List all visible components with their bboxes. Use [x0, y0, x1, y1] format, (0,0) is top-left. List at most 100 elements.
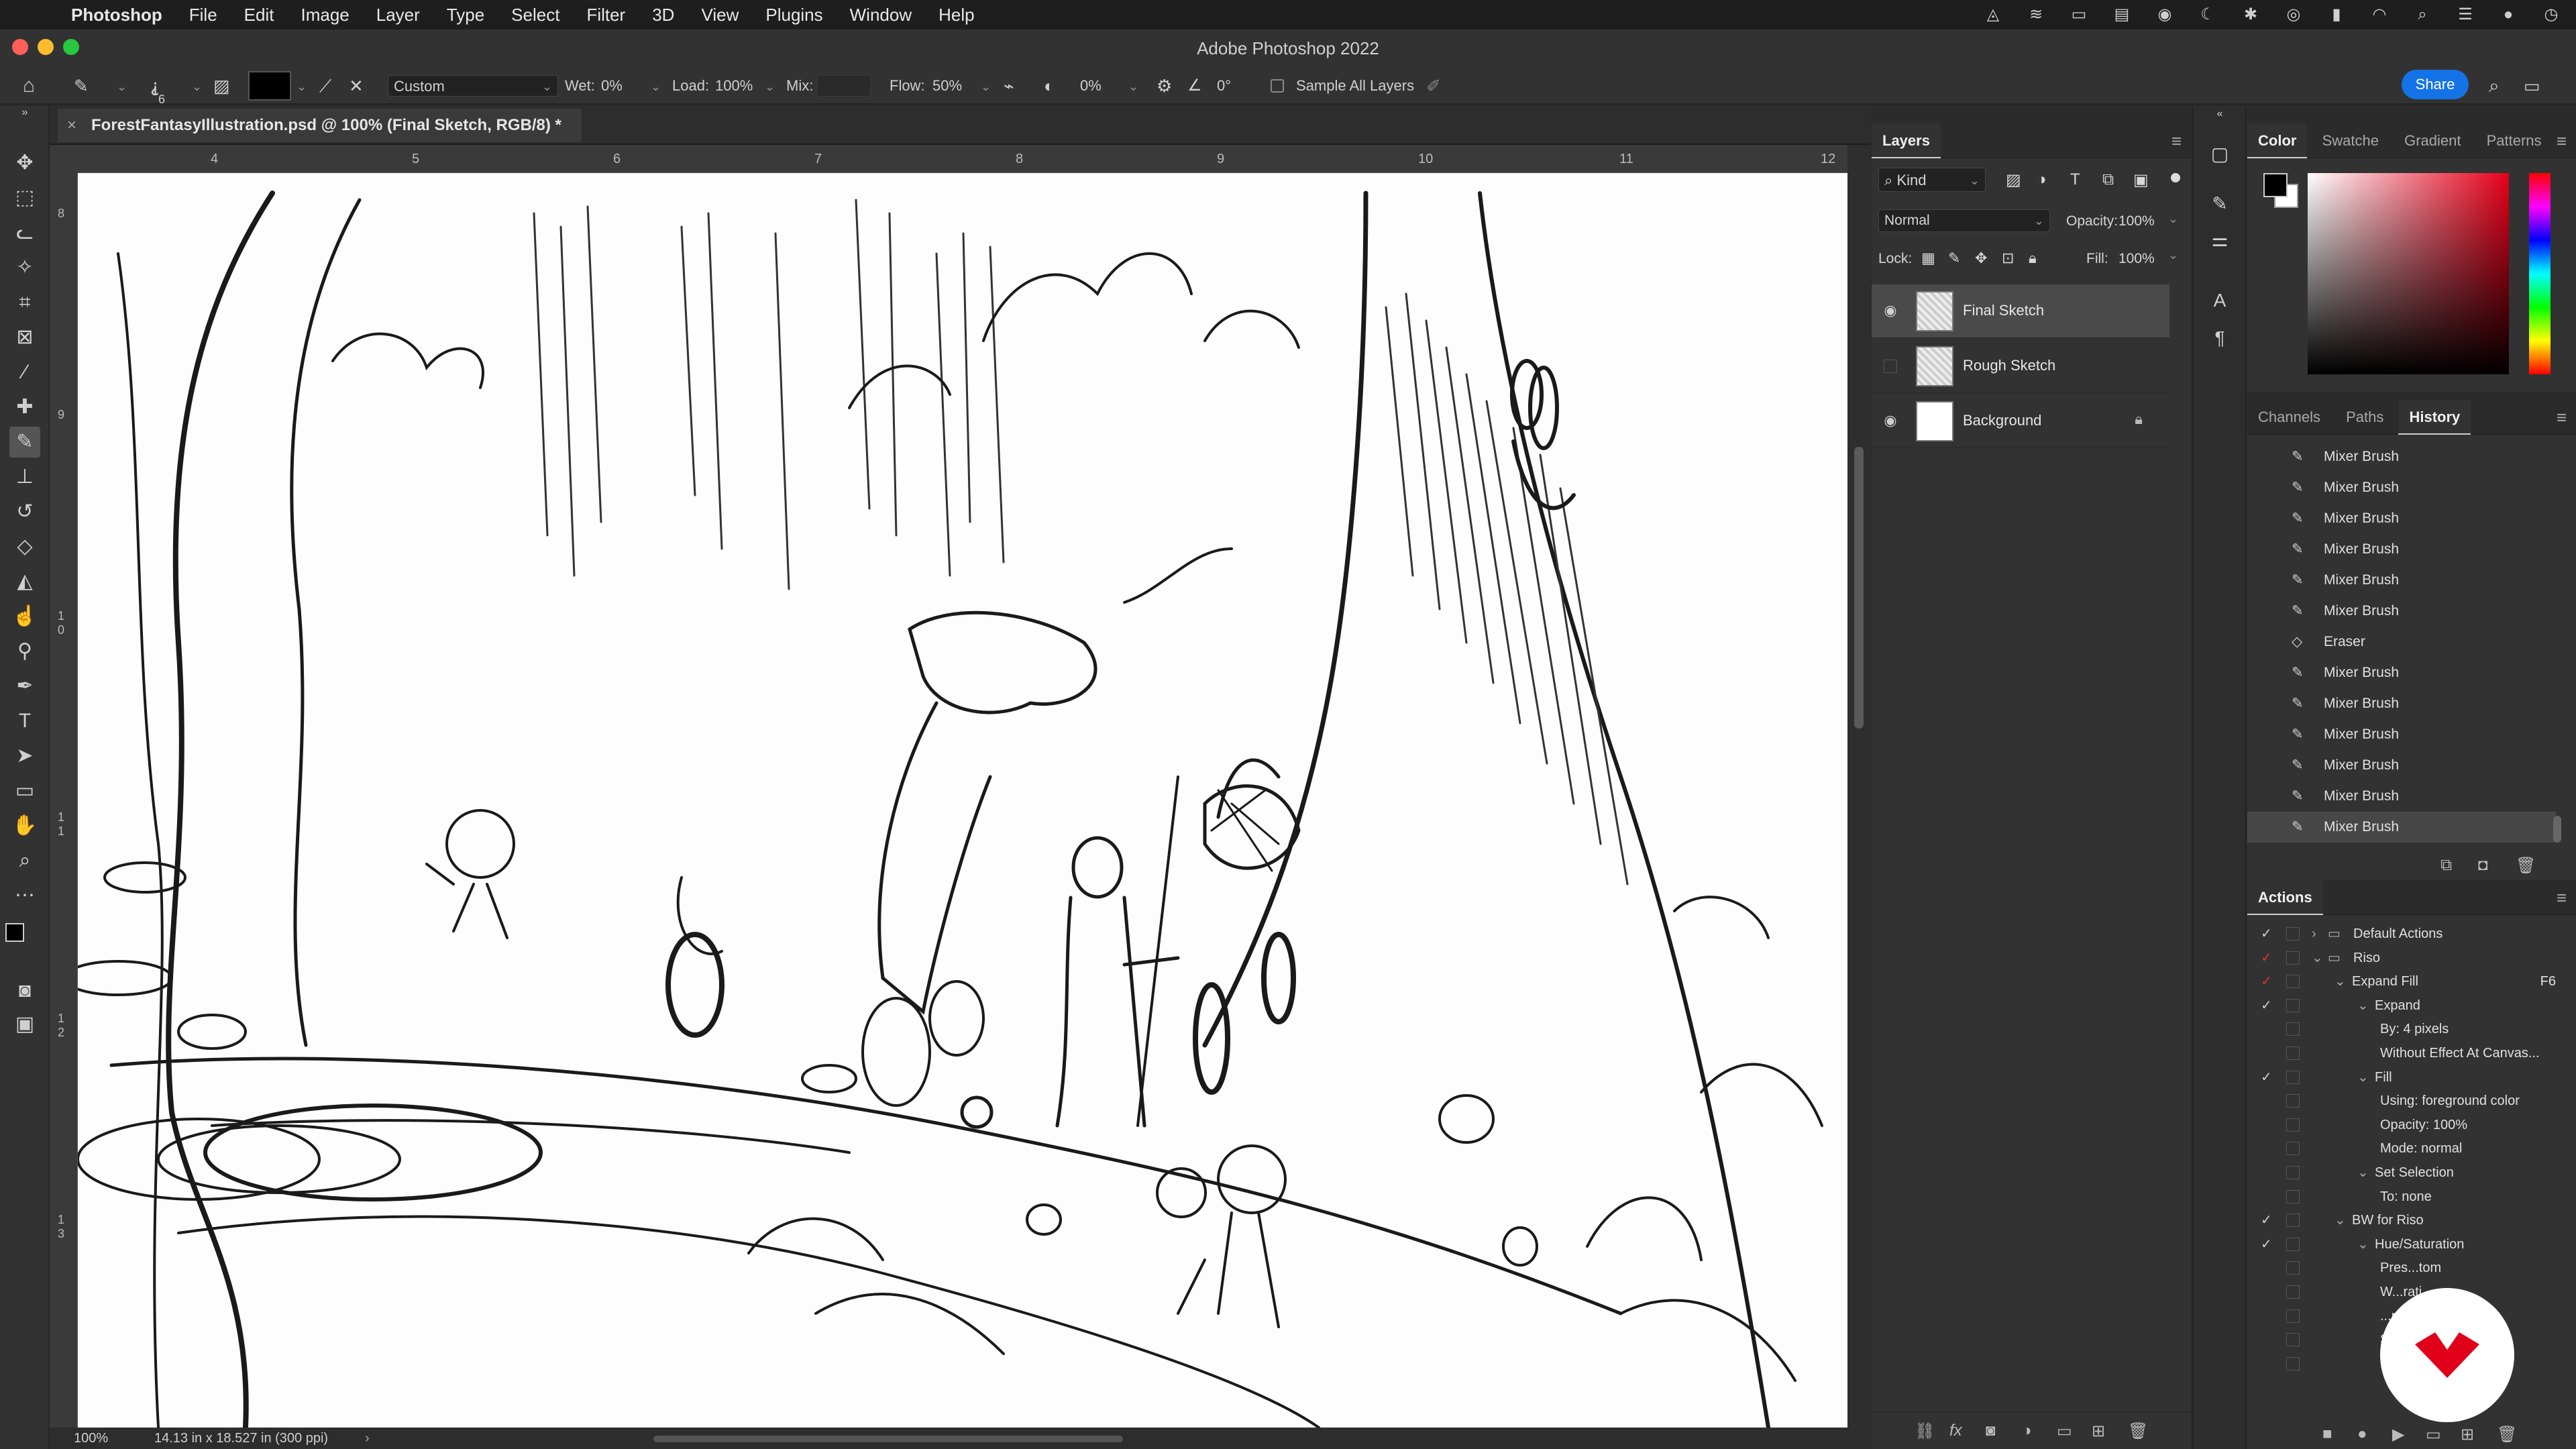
- history-state[interactable]: ✎ Mixer Brush: [2247, 565, 2556, 596]
- trash-icon[interactable]: 🗑︎: [2516, 856, 2536, 875]
- panel-menu-icon[interactable]: ≡: [2557, 123, 2567, 158]
- smoothing-icon[interactable]: ◐: [1044, 75, 1055, 97]
- flow-chevron-icon[interactable]: ⌄: [977, 75, 991, 97]
- pixel-filter-icon[interactable]: ▨: [2006, 170, 2021, 190]
- record-icon[interactable]: ●: [2357, 1425, 2367, 1444]
- menu-photoshop[interactable]: Photoshop: [71, 5, 162, 25]
- tool-preset-chevron-icon[interactable]: ⌄: [113, 75, 127, 97]
- eyedropper-tool-icon[interactable]: ⁄: [9, 357, 40, 388]
- angle-value[interactable]: 0°: [1217, 75, 1231, 97]
- chevron-down-icon[interactable]: ⌄: [2357, 994, 2369, 1018]
- lock-image-icon[interactable]: ✎: [1948, 250, 1960, 267]
- new-set-icon[interactable]: ▭: [2426, 1425, 2441, 1444]
- chevron-down-icon[interactable]: ⌄: [2357, 1161, 2369, 1185]
- airplay-icon[interactable]: ◎: [2282, 6, 2305, 23]
- chevron-down-icon[interactable]: ⌄: [2334, 969, 2346, 994]
- brush-settings-icon[interactable]: ▨: [213, 75, 230, 97]
- screen-mirror-icon[interactable]: ▭: [2068, 6, 2090, 23]
- moon-icon[interactable]: ☾: [2196, 6, 2219, 23]
- trash-icon[interactable]: 🗑︎: [2128, 1421, 2148, 1441]
- brush-picker-chevron-icon[interactable]: ⌄: [188, 75, 202, 97]
- action-row[interactable]: Without Effect At Canvas...: [2247, 1041, 2569, 1065]
- foreground-color-swatch[interactable]: [5, 923, 24, 942]
- fill-value[interactable]: 100%: [2118, 251, 2155, 267]
- dialog-toggle-box[interactable]: [2286, 1022, 2300, 1036]
- color-field[interactable]: [2308, 173, 2509, 374]
- type-tool-icon[interactable]: T: [9, 706, 40, 737]
- link-layers-icon[interactable]: ⛓: [1915, 1421, 1935, 1441]
- dialog-toggle-box[interactable]: [2286, 1333, 2300, 1347]
- history-state[interactable]: ✎ Mixer Brush: [2247, 441, 2556, 472]
- history-scrollbar[interactable]: [2553, 816, 2561, 843]
- frame-tool-icon[interactable]: ⊠: [9, 322, 40, 353]
- spotlight-search-icon[interactable]: ⌕: [2411, 6, 2434, 23]
- lock-transparency-icon[interactable]: ▦: [1921, 250, 1935, 267]
- action-row[interactable]: Opacity: 100%: [2247, 1113, 2569, 1137]
- chevron-down-icon[interactable]: ⌄: [2357, 1065, 2369, 1089]
- dialog-toggle-box[interactable]: [2286, 1237, 2300, 1251]
- dialog-toggle-box[interactable]: [2286, 975, 2300, 989]
- scrollbar-thumb[interactable]: [1854, 447, 1864, 729]
- action-toggle-check[interactable]: ✓: [2261, 1208, 2272, 1232]
- layer-row[interactable]: Rough Sketch: [1872, 339, 2169, 393]
- foreground-color-swatch[interactable]: [2263, 173, 2288, 197]
- dodge-tool-icon[interactable]: ⚲: [9, 636, 40, 667]
- tab-paths[interactable]: Paths: [2335, 400, 2394, 435]
- trash-icon[interactable]: 🗑︎: [2497, 1425, 2517, 1444]
- tab-actions[interactable]: Actions: [2247, 880, 2323, 915]
- menu-plugins[interactable]: Plugins: [765, 5, 822, 25]
- blend-mode-select[interactable]: Normal ⌄: [1878, 209, 2050, 232]
- paragraph-icon[interactable]: ¶: [2206, 325, 2233, 352]
- dialog-toggle-box[interactable]: [2286, 1046, 2300, 1060]
- tab-history[interactable]: History: [2398, 400, 2471, 435]
- horizontal-ruler[interactable]: 4 5 6 7 8 9 10 11 12: [78, 145, 1847, 173]
- new-document-from-state-icon[interactable]: ⧉: [2440, 856, 2452, 875]
- fx-icon[interactable]: fx: [1949, 1421, 1962, 1440]
- marquee-tool-icon[interactable]: ⬚: [9, 182, 40, 213]
- menu-image[interactable]: Image: [301, 5, 349, 25]
- new-action-icon[interactable]: ⊞: [2461, 1425, 2474, 1444]
- rectangle-tool-icon[interactable]: ▭: [9, 775, 40, 806]
- tab-layers[interactable]: Layers: [1872, 123, 1941, 158]
- canvas-vertical-scrollbar[interactable]: [1847, 145, 1870, 1428]
- layer-row[interactable]: ◉ Final Sketch: [1872, 284, 2169, 338]
- record-icon[interactable]: ◉: [2153, 6, 2176, 23]
- hue-slider[interactable]: [2529, 173, 2551, 374]
- shape-filter-icon[interactable]: ⧉: [2102, 170, 2114, 189]
- wet-chevron-icon[interactable]: ⌄: [647, 75, 661, 97]
- status-menu-chevron-icon[interactable]: ›: [365, 1428, 370, 1449]
- action-row[interactable]: Using: foreground color: [2247, 1089, 2569, 1113]
- tab-color[interactable]: Color: [2247, 123, 2308, 158]
- action-toggle-check[interactable]: ✓: [2261, 922, 2272, 946]
- control-center-icon[interactable]: ☰: [2454, 6, 2477, 23]
- vertical-ruler[interactable]: 8 9 1 0 1 1 1 2 1 3: [50, 173, 78, 1428]
- action-toggle-check[interactable]: ✓: [2261, 946, 2272, 970]
- load-brush-icon[interactable]: ⟋: [319, 75, 331, 97]
- action-row[interactable]: ✓ ⌄ ▭ Riso: [2247, 946, 2569, 970]
- visibility-eye-icon[interactable]: ◉: [1881, 412, 1900, 431]
- search-icon[interactable]: ⌕: [2489, 75, 2500, 97]
- action-toggle-check[interactable]: ✓: [2261, 969, 2272, 994]
- adjustment-layer-icon[interactable]: ◑: [2022, 1421, 2032, 1440]
- path-selection-tool-icon[interactable]: ➤: [9, 741, 40, 771]
- dialog-toggle-box[interactable]: [2286, 1094, 2300, 1108]
- share-button[interactable]: Share: [2402, 70, 2469, 99]
- history-state[interactable]: ✎ Mixer Brush: [2247, 534, 2556, 565]
- document-canvas[interactable]: [78, 173, 1847, 1428]
- menu-3d[interactable]: 3D: [652, 5, 674, 25]
- dialog-toggle-box[interactable]: [2286, 1166, 2300, 1179]
- new-layer-icon[interactable]: ⊞: [2092, 1421, 2105, 1441]
- zoom-level[interactable]: 100%: [74, 1428, 108, 1449]
- dialog-toggle-box[interactable]: [2286, 927, 2300, 941]
- clean-brush-icon[interactable]: ✕: [349, 75, 364, 97]
- zoom-window-button[interactable]: [63, 39, 79, 55]
- action-row[interactable]: Mode: normal: [2247, 1136, 2569, 1161]
- pen-tool-icon[interactable]: ✒: [9, 671, 40, 702]
- move-tool-icon[interactable]: ✥: [9, 148, 40, 178]
- hand-tool-icon[interactable]: ✋: [9, 810, 40, 841]
- layer-filter-select[interactable]: ⌕ Kind ⌄: [1878, 168, 1986, 192]
- dialog-toggle-box[interactable]: [2286, 1356, 2300, 1371]
- screen-mode-icon[interactable]: ▣: [9, 1009, 40, 1040]
- dialog-toggle-box[interactable]: [2286, 1142, 2300, 1156]
- chevron-down-icon[interactable]: ⌄: [2312, 946, 2323, 970]
